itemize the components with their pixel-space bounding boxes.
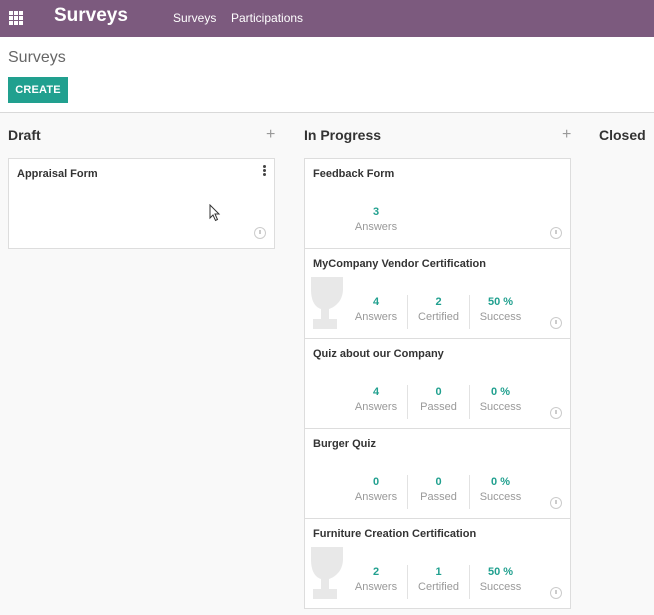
stat-answers[interactable]: 3 Answers xyxy=(345,205,407,239)
card-title: MyCompany Vendor Certification xyxy=(313,258,486,270)
stat-certified[interactable]: 1 Certified xyxy=(407,565,469,599)
create-button[interactable]: CREATE xyxy=(8,77,68,103)
stat-success[interactable]: 0 % Success xyxy=(469,475,531,509)
stat-passed[interactable]: 0 Passed xyxy=(407,475,469,509)
stat-label: Success xyxy=(479,491,522,503)
stat-label: Answers xyxy=(354,311,398,323)
kanban-card-feedback-form[interactable]: Feedback Form 3 Answers xyxy=(304,158,571,249)
stat-label: Answers xyxy=(354,581,398,593)
column-title-in-progress: In Progress xyxy=(304,127,382,143)
stat-answers[interactable]: 4 Answers xyxy=(345,385,407,419)
card-stats: 4 Answers 2 Certified 50 % Success xyxy=(305,295,531,329)
stat-value: 0 xyxy=(435,476,442,488)
stat-value: 3 xyxy=(372,206,380,218)
breadcrumb: Surveys xyxy=(8,49,66,66)
stat-label: Answers xyxy=(354,401,398,413)
stat-value: 0 % xyxy=(491,386,510,398)
card-title: Feedback Form xyxy=(313,168,395,180)
clock-icon[interactable] xyxy=(550,227,562,239)
stat-label: Certified xyxy=(418,311,459,323)
card-title: Quiz about our Company xyxy=(313,348,444,360)
clock-icon[interactable] xyxy=(254,227,266,239)
nav-participations[interactable]: Participations xyxy=(231,11,303,25)
stat-certified[interactable]: 2 Certified xyxy=(407,295,469,329)
card-title: Appraisal Form xyxy=(17,168,98,180)
app-title[interactable]: Surveys xyxy=(54,5,128,27)
stat-value: 0 xyxy=(372,476,380,488)
card-stats: 4 Answers 0 Passed 0 % Success xyxy=(305,385,531,419)
stat-value: 4 xyxy=(372,296,380,308)
stat-success[interactable]: 50 % Success xyxy=(469,295,531,329)
control-panel: Surveys CREATE xyxy=(0,37,654,113)
card-title: Furniture Creation Certification xyxy=(313,528,477,540)
mouse-cursor-icon xyxy=(209,204,221,222)
stat-label: Passed xyxy=(420,491,457,503)
stat-label: Success xyxy=(479,401,522,413)
kanban-card-burger-quiz[interactable]: Burger Quiz 0 Answers 0 Passed 0 % Succe… xyxy=(304,428,571,519)
card-stats: 2 Answers 1 Certified 50 % Success xyxy=(305,565,531,599)
stat-value: 4 xyxy=(372,386,380,398)
stat-passed[interactable]: 0 Passed xyxy=(407,385,469,419)
kanban-card-vendor-certification[interactable]: MyCompany Vendor Certification 4 Answers… xyxy=(304,248,571,339)
stat-value: 50 % xyxy=(487,296,514,308)
card-stats: 0 Answers 0 Passed 0 % Success xyxy=(305,475,531,509)
stat-answers[interactable]: 4 Answers xyxy=(345,295,407,329)
stat-success[interactable]: 0 % Success xyxy=(469,385,531,419)
clock-icon[interactable] xyxy=(550,587,562,599)
clock-icon[interactable] xyxy=(550,317,562,329)
column-add-in-progress-button[interactable]: + xyxy=(562,126,571,144)
stat-answers[interactable]: 0 Answers xyxy=(345,475,407,509)
stat-label: Success xyxy=(479,581,522,593)
stat-label: Certified xyxy=(418,581,459,593)
kanban-card-appraisal-form[interactable]: Appraisal Form xyxy=(8,158,275,249)
stat-value: 0 xyxy=(435,386,442,398)
stat-label: Success xyxy=(479,311,522,323)
stat-value: 0 % xyxy=(491,476,510,488)
stat-value: 1 xyxy=(435,566,442,578)
apps-grid-icon[interactable] xyxy=(9,11,24,25)
top-navbar: Surveys Surveys Participations xyxy=(0,0,654,37)
clock-icon[interactable] xyxy=(550,497,562,509)
stat-success[interactable]: 50 % Success xyxy=(469,565,531,599)
column-add-draft-button[interactable]: + xyxy=(266,126,275,144)
stat-value: 2 xyxy=(435,296,442,308)
stat-label: Passed xyxy=(420,401,457,413)
kanban-card-quiz-company[interactable]: Quiz about our Company 4 Answers 0 Passe… xyxy=(304,338,571,429)
card-title: Burger Quiz xyxy=(313,438,376,450)
kanban-card-furniture-certification[interactable]: Furniture Creation Certification 2 Answe… xyxy=(304,518,571,609)
column-title-draft: Draft xyxy=(8,127,41,143)
stat-answers[interactable]: 2 Answers xyxy=(345,565,407,599)
card-stats: 3 Answers xyxy=(305,205,407,239)
nav-surveys[interactable]: Surveys xyxy=(173,11,216,25)
column-title-closed: Closed xyxy=(599,127,646,143)
stat-value: 50 % xyxy=(487,566,514,578)
kebab-menu-icon[interactable] xyxy=(263,165,266,176)
clock-icon[interactable] xyxy=(550,407,562,419)
stat-label: Answers xyxy=(354,221,398,233)
stat-label: Answers xyxy=(354,491,398,503)
stat-value: 2 xyxy=(372,566,380,578)
